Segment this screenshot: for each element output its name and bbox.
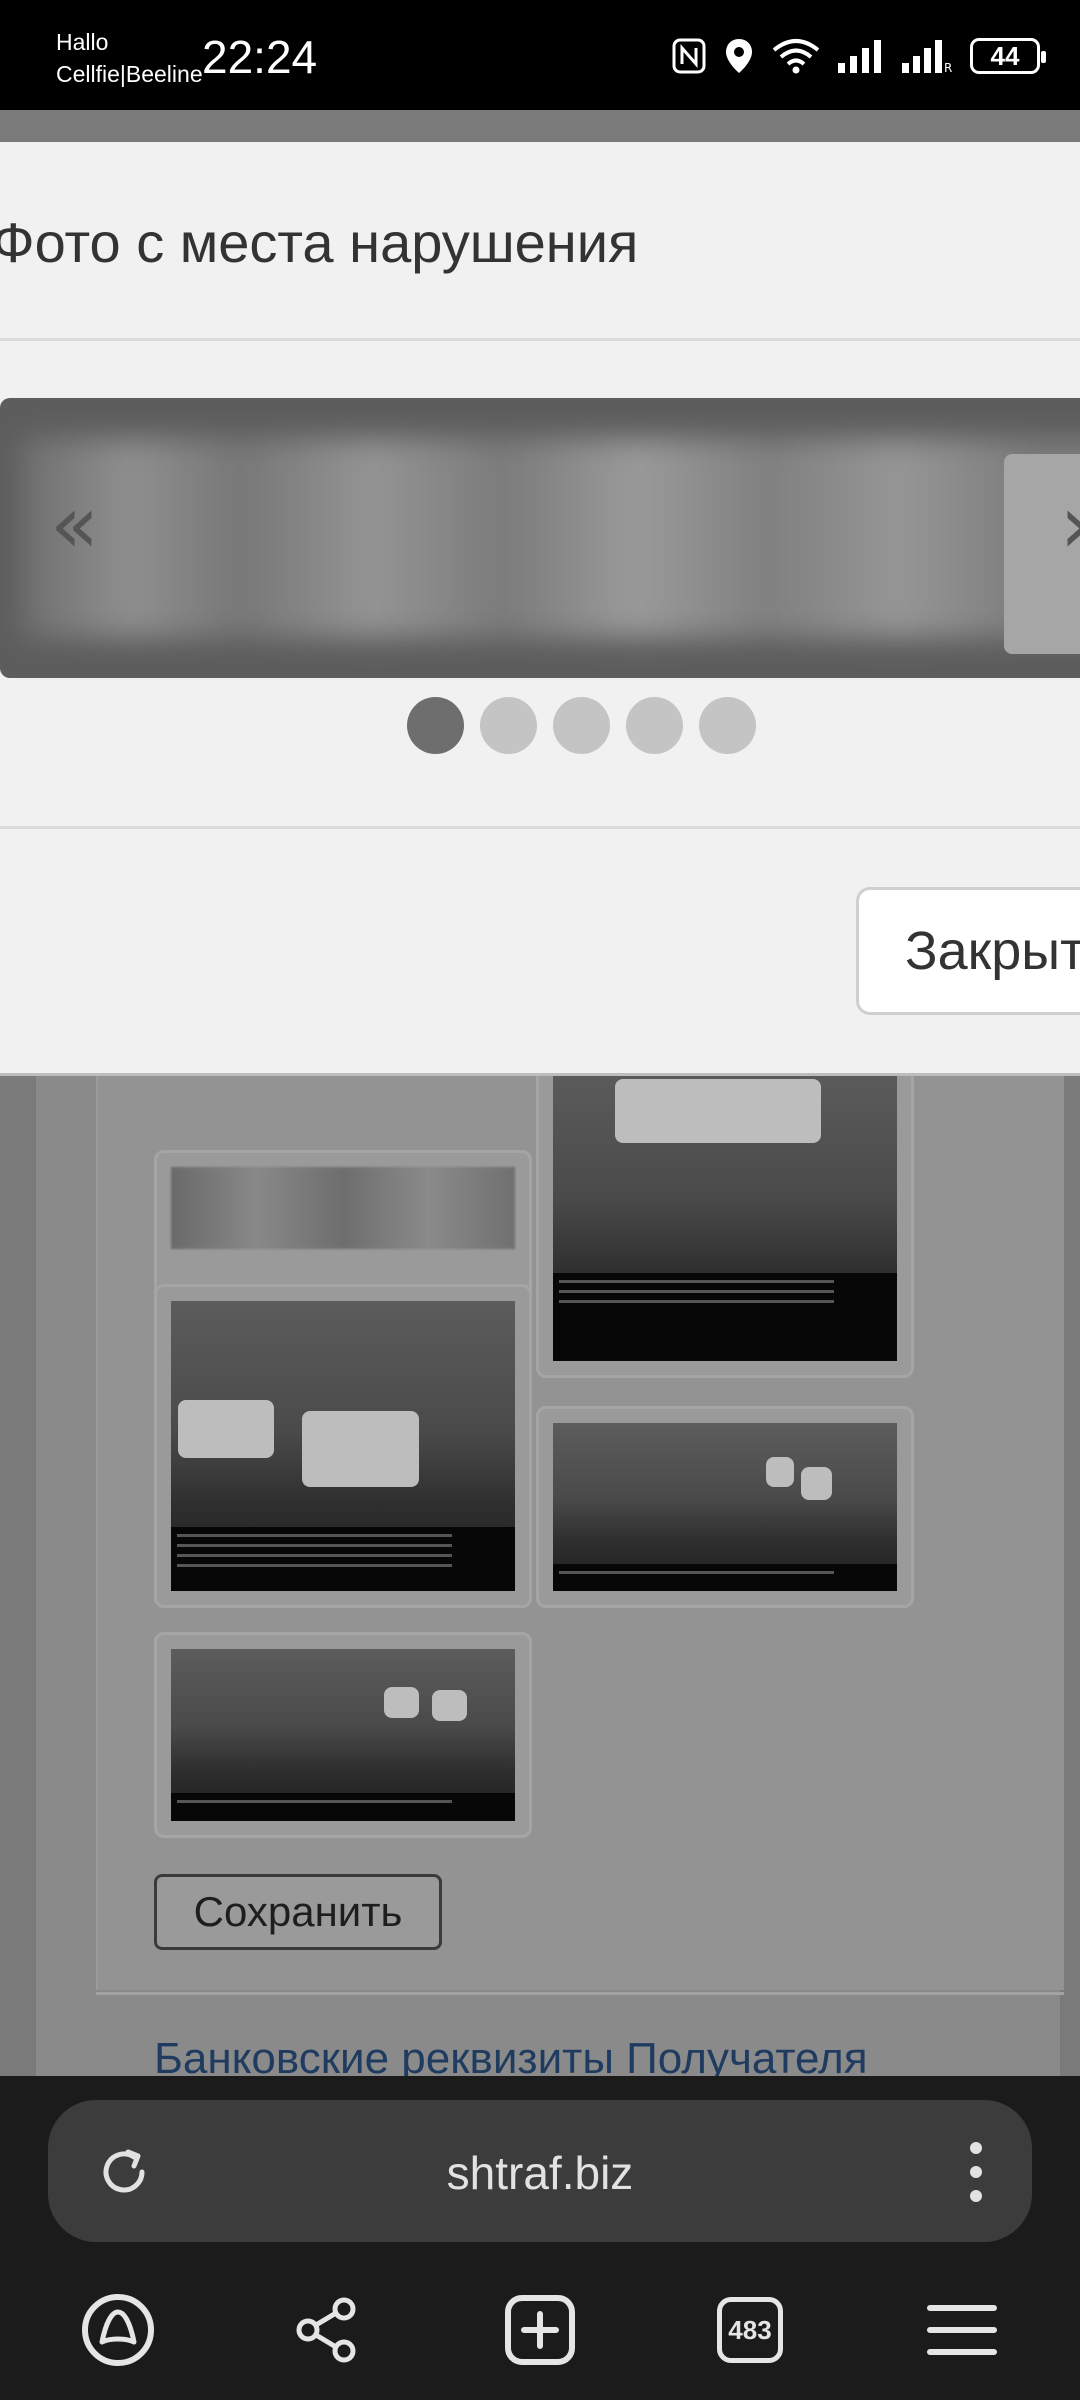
- carrier-info: Hallo Cellfie|Beeline: [56, 26, 203, 90]
- location-icon: [726, 39, 752, 73]
- tabs-button[interactable]: 483: [700, 2280, 800, 2380]
- divider: [96, 1992, 1064, 1995]
- modal-title: Фото с места нарушения: [0, 211, 639, 274]
- signal-icon: [838, 40, 881, 73]
- signal-roaming-icon: R: [902, 40, 952, 73]
- photo-image: [553, 1423, 897, 1591]
- carousel-next-button[interactable]: »: [1060, 478, 1080, 571]
- address-bar[interactable]: shtraf.biz: [48, 2100, 1032, 2242]
- photo-modal: Фото с места нарушения « » Закрыть: [0, 142, 1080, 1076]
- photo-carousel[interactable]: [0, 398, 1080, 678]
- alice-button[interactable]: [68, 2280, 168, 2380]
- photo-thumbnail[interactable]: [154, 1632, 532, 1838]
- menu-icon: [927, 2305, 997, 2355]
- carousel-image: [20, 438, 1080, 638]
- url-text[interactable]: shtraf.biz: [48, 2146, 1032, 2200]
- alice-icon: [82, 2294, 154, 2366]
- new-tab-icon: [505, 2295, 575, 2365]
- carousel-dot[interactable]: [407, 697, 464, 754]
- carousel-indicators: [407, 697, 756, 754]
- plate-image: [171, 1167, 515, 1249]
- modal-footer-divider: [0, 826, 1080, 829]
- carousel-dot[interactable]: [699, 697, 756, 754]
- photo-thumbnail[interactable]: [536, 1406, 914, 1608]
- carousel-dot[interactable]: [553, 697, 610, 754]
- tabs-icon: 483: [717, 2297, 783, 2363]
- status-icons: R 44: [672, 36, 1046, 76]
- carousel-dot[interactable]: [626, 697, 683, 754]
- photo-image: [171, 1301, 515, 1591]
- share-icon: [296, 2297, 356, 2363]
- modal-backdrop-strip: [0, 110, 1080, 142]
- carrier-line-2: Cellfie|Beeline: [56, 61, 203, 87]
- modal-header-divider: [0, 338, 1080, 341]
- status-bar: Hallo Cellfie|Beeline 22:24 R 44: [0, 0, 1080, 110]
- carrier-line-1: Hallo: [56, 29, 109, 55]
- photo-thumbnail[interactable]: [536, 1050, 914, 1378]
- more-options-icon[interactable]: [966, 2142, 986, 2202]
- share-button[interactable]: [277, 2280, 377, 2380]
- clock: 22:24: [202, 31, 318, 83]
- wifi-icon: [772, 39, 820, 74]
- nfc-icon: [672, 38, 706, 74]
- close-button[interactable]: Закрыть: [856, 887, 1080, 1015]
- menu-button[interactable]: [912, 2280, 1012, 2380]
- browser-bar: shtraf.biz 483: [0, 2076, 1080, 2400]
- photo-image: [171, 1649, 515, 1821]
- svg-text:R: R: [944, 61, 952, 73]
- save-button[interactable]: Сохранить: [154, 1874, 442, 1950]
- carousel-prev-button[interactable]: «: [50, 478, 99, 571]
- battery-icon: 44: [970, 38, 1046, 74]
- bottom-nav: 483: [0, 2280, 1080, 2380]
- carousel-dot[interactable]: [480, 697, 537, 754]
- photo-thumbnail[interactable]: [154, 1284, 532, 1608]
- photo-image: [553, 1067, 897, 1361]
- new-tab-button[interactable]: [490, 2280, 590, 2380]
- bank-details-link[interactable]: Банковские реквизиты Получателя: [154, 2034, 868, 2076]
